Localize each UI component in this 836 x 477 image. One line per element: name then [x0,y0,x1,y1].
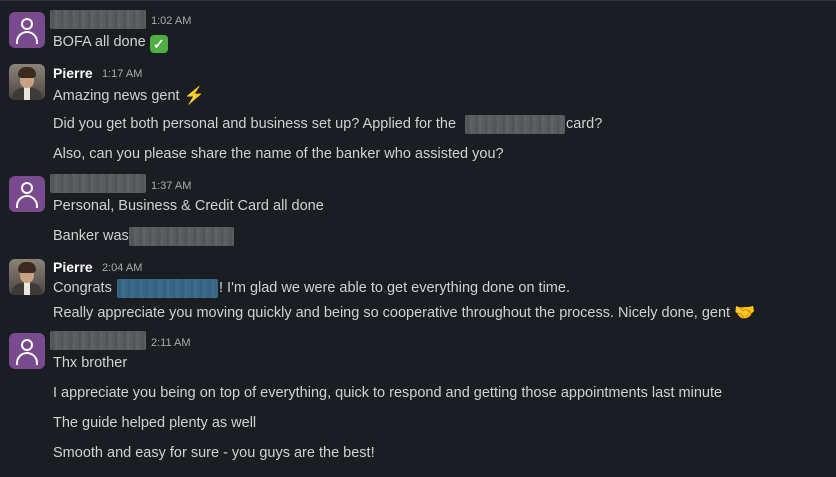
top-divider [0,0,836,1]
redacted-sender-name [50,331,146,350]
check-mark-icon: ✓ [149,35,168,53]
avatar[interactable] [9,259,45,295]
user-icon [21,182,33,194]
avatar[interactable] [9,333,45,369]
message-text: Did you get both personal and business s… [53,116,457,132]
timestamp[interactable]: 1:17 AM [102,68,142,80]
avatar[interactable] [9,64,45,100]
avatar[interactable] [9,12,45,48]
timestamp[interactable]: 2:11 AM [151,337,191,349]
handshake-icon: 🤝 [734,303,756,322]
message-text: BOFA all done ✓ [53,34,168,53]
message-text: Amazing news gent ⚡ [53,86,205,105]
timestamp[interactable]: 2:04 AM [102,262,142,274]
sender-name[interactable]: Pierre [53,65,93,81]
redacted-sender-name [50,10,146,29]
timestamp[interactable]: 1:37 AM [151,180,191,192]
message-text: Banker was [53,228,129,244]
message-text: card? [566,116,603,132]
message-text: The guide helped plenty as well [53,415,257,431]
redacted-card-name [465,115,565,134]
redacted-mention[interactable] [117,279,218,298]
timestamp[interactable]: 1:02 AM [151,15,191,27]
message-text: Smooth and easy for sure - you guys are … [53,445,375,461]
redacted-banker-name [129,227,234,246]
message-text: I appreciate you being on top of everyth… [53,385,723,401]
message-text: Congrats [53,280,112,296]
high-voltage-icon: ⚡ [183,86,205,105]
user-icon [21,339,33,351]
user-icon [21,18,33,30]
redacted-sender-name [50,174,146,193]
message-text: Really appreciate you moving quickly and… [53,303,756,322]
message-text: Thx brother [53,355,128,371]
message-text: ! I'm glad we were able to get everythin… [219,280,570,296]
message-text: Also, can you please share the name of t… [53,146,504,162]
message-text: Personal, Business & Credit Card all don… [53,198,324,214]
sender-name[interactable]: Pierre [53,259,93,275]
avatar[interactable] [9,176,45,212]
